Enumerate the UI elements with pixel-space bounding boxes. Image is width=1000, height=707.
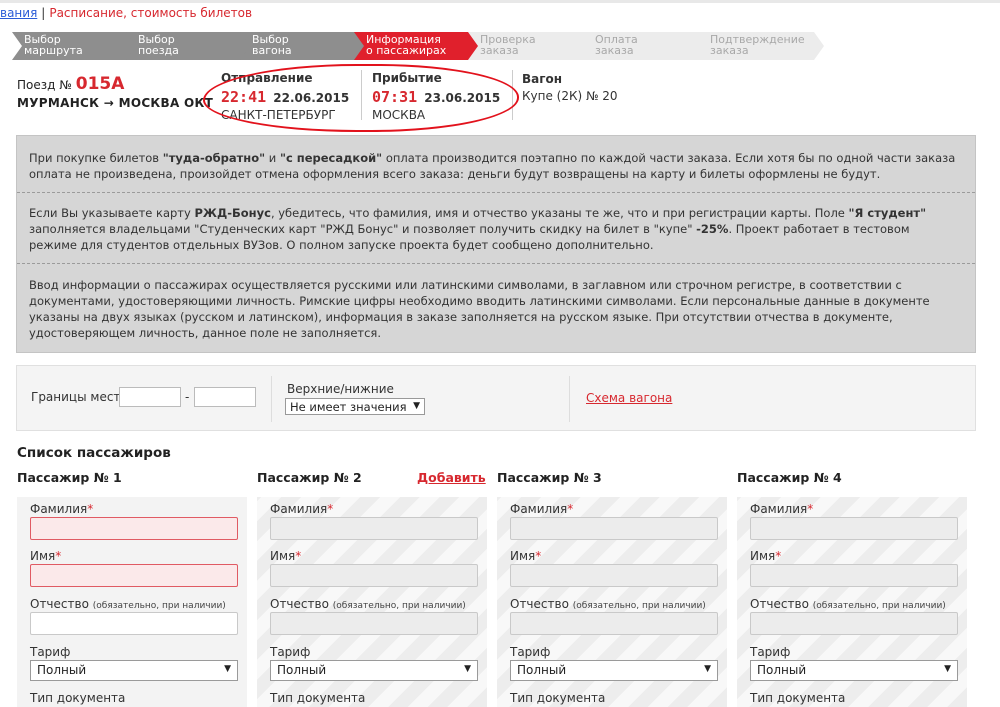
name-label: Имя* xyxy=(510,549,542,563)
seats-from-input[interactable] xyxy=(119,387,181,407)
patronymic-label: Отчество (обязательно, при наличии) xyxy=(30,597,226,611)
wagon-value: Купе (2К) № 20 xyxy=(522,89,618,103)
top-link-prev[interactable]: вания xyxy=(0,6,37,20)
name-label: Имя* xyxy=(270,549,302,563)
step-wagon[interactable]: Выбор вагона xyxy=(240,32,366,60)
info-divider xyxy=(17,192,975,193)
berth-label: Верхние/нижние xyxy=(287,382,394,396)
passenger-3-header: Пассажир № 3 xyxy=(497,470,602,485)
name-input[interactable] xyxy=(270,564,478,587)
hand-drawn-highlight xyxy=(203,64,519,132)
step-passengers: Информация о пассажирах xyxy=(354,32,480,60)
filter-bar: Границы мест - Верхние/нижние Не имеет з… xyxy=(16,365,976,431)
patronymic-input[interactable] xyxy=(270,612,478,635)
browser-top-strip xyxy=(0,0,1000,3)
step-check: Проверка заказа xyxy=(468,32,594,60)
doc-type-label: Тип документа xyxy=(30,691,126,705)
info-paragraph-1: При покупке билетов "туда-обратно" и "с … xyxy=(29,151,956,181)
tariff-select[interactable]: Полный ▼ xyxy=(510,660,718,681)
info-divider xyxy=(17,263,975,264)
patronymic-input[interactable] xyxy=(750,612,958,635)
surname-label: Фамилия* xyxy=(750,502,814,516)
seats-dash: - xyxy=(185,390,190,404)
step-confirm: Подтверждение заказа xyxy=(698,32,824,60)
add-passenger-link[interactable]: Добавить xyxy=(417,470,486,485)
surname-label: Фамилия* xyxy=(510,502,574,516)
patronymic-label: Отчество (обязательно, при наличии) xyxy=(750,597,946,611)
tariff-label: Тариф xyxy=(30,645,71,659)
doc-type-label: Тип документа xyxy=(510,691,606,705)
info-paragraph-2: Если Вы указываете карту РЖД-Бонус, убед… xyxy=(29,206,927,252)
name-label: Имя* xyxy=(750,549,782,563)
chevron-down-icon: ▼ xyxy=(224,664,231,674)
passenger-card-4: Фамилия* Имя* Отчество (обязательно, при… xyxy=(737,497,967,707)
step-payment: Оплата заказа xyxy=(583,32,709,60)
train-route: МУРМАНСК → МОСКВА ОКТ xyxy=(17,96,214,110)
name-input[interactable] xyxy=(510,564,718,587)
passenger-card-1: Фамилия* Имя* Отчество (обязательно, при… xyxy=(17,497,247,707)
passenger-1-header: Пассажир № 1 xyxy=(17,470,122,485)
tariff-select[interactable]: Полный ▼ xyxy=(750,660,958,681)
chevron-down-icon: ▼ xyxy=(704,664,711,674)
tariff-label: Тариф xyxy=(750,645,791,659)
berth-select[interactable]: Не имеет значения ▼ xyxy=(285,398,425,415)
patronymic-label: Отчество (обязательно, при наличии) xyxy=(510,597,706,611)
surname-input[interactable] xyxy=(270,517,478,540)
name-label: Имя* xyxy=(30,549,62,563)
train-number: Поезд № 015А xyxy=(17,74,125,94)
name-input[interactable] xyxy=(30,564,238,587)
tariff-select[interactable]: Полный ▼ xyxy=(270,660,478,681)
divider xyxy=(271,376,272,422)
seats-to-input[interactable] xyxy=(194,387,256,407)
name-input[interactable] xyxy=(750,564,958,587)
chevron-down-icon: ▼ xyxy=(464,664,471,674)
top-link-schedule[interactable]: Расписание, стоимость билетов xyxy=(49,6,252,20)
wagon-scheme-link[interactable]: Схема вагона xyxy=(586,391,672,405)
tariff-label: Тариф xyxy=(270,645,311,659)
patronymic-input[interactable] xyxy=(510,612,718,635)
step-train[interactable]: Выбор поезда xyxy=(126,32,252,60)
doc-type-label: Тип документа xyxy=(750,691,846,705)
surname-input[interactable] xyxy=(30,517,238,540)
top-links: вания | Расписание, стоимость билетов xyxy=(0,6,253,20)
passenger-card-3: Фамилия* Имя* Отчество (обязательно, при… xyxy=(497,497,727,707)
step-route[interactable]: Выбор маршрута xyxy=(12,32,138,60)
wagon-label: Вагон xyxy=(522,72,563,86)
surname-label: Фамилия* xyxy=(30,502,94,516)
patronymic-input[interactable] xyxy=(30,612,238,635)
info-box: При покупке билетов "туда-обратно" и "с … xyxy=(16,135,976,353)
tariff-label: Тариф xyxy=(510,645,551,659)
divider xyxy=(569,376,570,422)
info-paragraph-3: Ввод информации о пассажирах осуществляе… xyxy=(29,278,930,340)
wagon-block: Вагон Купе (2К) № 20 xyxy=(522,72,618,103)
surname-input[interactable] xyxy=(510,517,718,540)
doc-type-label: Тип документа xyxy=(270,691,366,705)
chevron-down-icon: ▼ xyxy=(413,401,420,411)
seats-range-label: Границы мест xyxy=(31,390,121,404)
patronymic-label: Отчество (обязательно, при наличии) xyxy=(270,597,466,611)
train-number-value: 015А xyxy=(75,74,125,94)
chevron-down-icon: ▼ xyxy=(944,664,951,674)
surname-label: Фамилия* xyxy=(270,502,334,516)
passenger-4-header: Пассажир № 4 xyxy=(737,470,842,485)
passengers-title: Список пассажиров xyxy=(17,445,171,461)
tariff-select[interactable]: Полный ▼ xyxy=(30,660,238,681)
passenger-2-header: Пассажир № 2 xyxy=(257,470,362,485)
surname-input[interactable] xyxy=(750,517,958,540)
passenger-card-2: Фамилия* Имя* Отчество (обязательно, при… xyxy=(257,497,487,707)
